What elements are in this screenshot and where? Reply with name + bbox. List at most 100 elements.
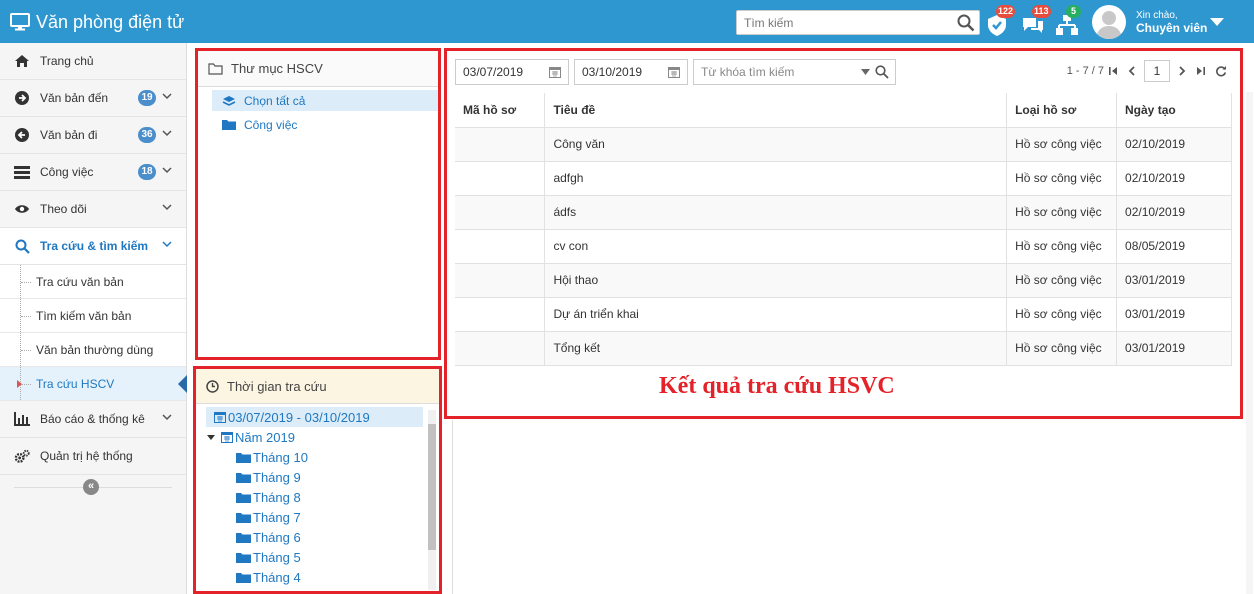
first-page-icon[interactable] (1109, 66, 1118, 76)
month-label: Tháng 4 (253, 569, 301, 585)
column-header-ma-ho-so[interactable]: Mã hồ sơ (455, 93, 546, 128)
last-page-icon[interactable] (1196, 66, 1205, 76)
table-row[interactable]: cv con Hồ sơ công việc 08/05/2019 (455, 229, 1232, 264)
from-date-field[interactable]: 03/07/2019 (455, 59, 569, 85)
page-scrollbar[interactable] (1246, 92, 1253, 594)
collapse-sidebar-button[interactable]: « (83, 479, 99, 495)
badge-org: 5 (1066, 5, 1081, 18)
user-menu[interactable]: Xin chào, Chuyên viên (1092, 4, 1207, 40)
page-number-input[interactable]: 1 (1144, 60, 1170, 82)
search-icon[interactable] (875, 65, 889, 79)
user-name: Chuyên viên (1136, 21, 1208, 35)
search-icon[interactable] (957, 14, 975, 32)
chevron-down-icon[interactable] (162, 204, 172, 211)
month-label: Tháng 9 (253, 469, 301, 485)
month-item[interactable]: Tháng 4 (196, 567, 439, 587)
sidebar-subitem-search-docs[interactable]: Tìm kiếm văn bản (0, 299, 186, 333)
month-item[interactable]: Tháng 10 (196, 447, 439, 467)
eye-icon (14, 201, 30, 217)
table-row[interactable]: Hội thao Hồ sơ công việc 03/01/2019 (455, 263, 1232, 298)
tree-item-select-all[interactable]: Chọn tất cả (212, 90, 438, 111)
sidebar-item-label: Tra cứu & tìm kiếm (40, 239, 149, 253)
calendar-icon (214, 412, 226, 423)
column-header-ngay-tao[interactable]: Ngày tạo (1116, 93, 1232, 128)
to-date-field[interactable]: 03/10/2019 (574, 59, 688, 85)
time-panel-scrollbar[interactable] (428, 410, 436, 590)
search-icon (14, 238, 30, 254)
caret-down-icon[interactable] (860, 68, 871, 76)
sidebar-item-admin[interactable]: Quản trị hệ thống (0, 438, 186, 475)
month-item[interactable]: Tháng 8 (196, 487, 439, 507)
table-row[interactable]: Công văn Hồ sơ công việc 02/10/2019 (455, 127, 1232, 162)
calendar-icon[interactable] (549, 66, 561, 78)
calendar-icon[interactable] (668, 66, 680, 78)
active-indicator (178, 375, 187, 393)
sidebar-item-search[interactable]: Tra cứu & tìm kiếm (0, 228, 186, 265)
year-item[interactable]: Năm 2019 (196, 427, 439, 447)
notification-org[interactable]: 5 (1054, 5, 1084, 38)
table-row[interactable]: adfgh Hồ sơ công việc 02/10/2019 (455, 161, 1232, 196)
table-row[interactable]: ádfs Hồ sơ công việc 02/10/2019 (455, 195, 1232, 230)
keyword-search-input[interactable]: Từ khóa tìm kiếm (693, 59, 896, 85)
month-item[interactable]: Tháng 6 (196, 527, 439, 547)
sidebar-subitem-lookup-hscv[interactable]: Tra cứu HSCV (0, 367, 187, 401)
sidebar-subitem-lookup-docs[interactable]: Tra cứu văn bản (0, 265, 186, 299)
month-item[interactable]: Tháng 9 (196, 467, 439, 487)
app-title[interactable]: Văn phòng điện tử (10, 9, 184, 35)
month-label: Tháng 7 (253, 509, 301, 525)
pagination: 1 - 7 / 7 1 (1067, 60, 1232, 82)
time-range-label: 03/07/2019 - 03/10/2019 (228, 409, 370, 425)
sidebar-item-incoming[interactable]: Văn bản đến 19 (0, 80, 186, 117)
sidebar-subitem-frequent-docs[interactable]: Văn bản thường dùng (0, 333, 186, 367)
folder-icon (222, 120, 236, 130)
user-dropdown-caret-icon[interactable] (1210, 18, 1224, 26)
table-row[interactable]: Dự án triển khai Hồ sơ công việc 03/01/201… (455, 297, 1232, 332)
cell-loai-ho-so: Hồ sơ công việc (1006, 297, 1118, 332)
cell-tieu-de: ádfs (544, 195, 1008, 230)
cell-ma-ho-so (455, 263, 546, 298)
next-page-icon[interactable] (1179, 66, 1186, 76)
top-bar: Văn phòng điện tử 122 113 5 Xin chào, Ch… (0, 0, 1254, 43)
cell-ngay-tao: 03/01/2019 (1116, 297, 1232, 332)
scrollbar-thumb[interactable] (428, 424, 436, 550)
search-input[interactable] (737, 11, 937, 34)
column-header-tieu-de[interactable]: Tiêu đề (544, 93, 1008, 128)
chevron-down-icon[interactable] (162, 241, 172, 248)
sidebar-item-label: Quản trị hệ thống (40, 449, 133, 463)
app-title-text: Văn phòng điện tử (36, 11, 185, 32)
notification-tasks[interactable]: 122 (984, 5, 1016, 38)
time-range-item[interactable]: 03/07/2019 - 03/10/2019 (206, 407, 423, 427)
badge-messages: 113 (1032, 5, 1051, 18)
cell-tieu-de: Hội thao (544, 263, 1008, 298)
notification-messages[interactable]: 113 (1020, 5, 1051, 38)
sidebar-item-outgoing[interactable]: Văn bản đi 36 (0, 117, 186, 154)
chevron-down-icon[interactable] (162, 414, 172, 421)
tree-item-label: Công việc (244, 117, 298, 132)
chevron-down-icon[interactable] (162, 130, 172, 137)
caret-down-icon[interactable] (206, 433, 216, 441)
refresh-icon[interactable] (1215, 65, 1227, 77)
sidebar-item-reports[interactable]: Báo cáo & thống kê (0, 401, 186, 438)
calendar-icon (221, 432, 233, 443)
cell-loai-ho-so: Hồ sơ công việc (1006, 195, 1118, 230)
sidebar-item-follow[interactable]: Theo dõi (0, 191, 186, 228)
tree-item-cong-viec[interactable]: Công việc (198, 114, 438, 135)
time-panel-header: Thời gian tra cứu (196, 369, 439, 404)
folder-panel: Thư mục HSCV Chọn tất cả Công việc (195, 48, 441, 360)
sidebar-item-home[interactable]: Trang chủ (0, 43, 186, 80)
cell-ma-ho-so (455, 195, 546, 230)
sidebar-subitem-label: Tra cứu HSCV (36, 376, 115, 391)
keyword-placeholder: Từ khóa tìm kiếm (701, 65, 795, 79)
column-header-loai-ho-so[interactable]: Loại hồ sơ (1006, 93, 1118, 128)
prev-page-icon[interactable] (1128, 66, 1135, 76)
cell-loai-ho-so: Hồ sơ công việc (1006, 263, 1118, 298)
sidebar-item-tasks[interactable]: Công việc 18 (0, 154, 186, 191)
cogs-icon (14, 448, 30, 464)
chevron-down-icon[interactable] (162, 167, 172, 174)
table-row[interactable]: Tổng kết Hồ sơ công việc 03/01/2019 (455, 331, 1232, 366)
sidebar-item-label: Văn bản đến (40, 91, 109, 105)
chevron-down-icon[interactable] (162, 93, 172, 100)
month-item[interactable]: Tháng 7 (196, 507, 439, 527)
month-item[interactable]: Tháng 5 (196, 547, 439, 567)
folder-icon (236, 452, 251, 463)
